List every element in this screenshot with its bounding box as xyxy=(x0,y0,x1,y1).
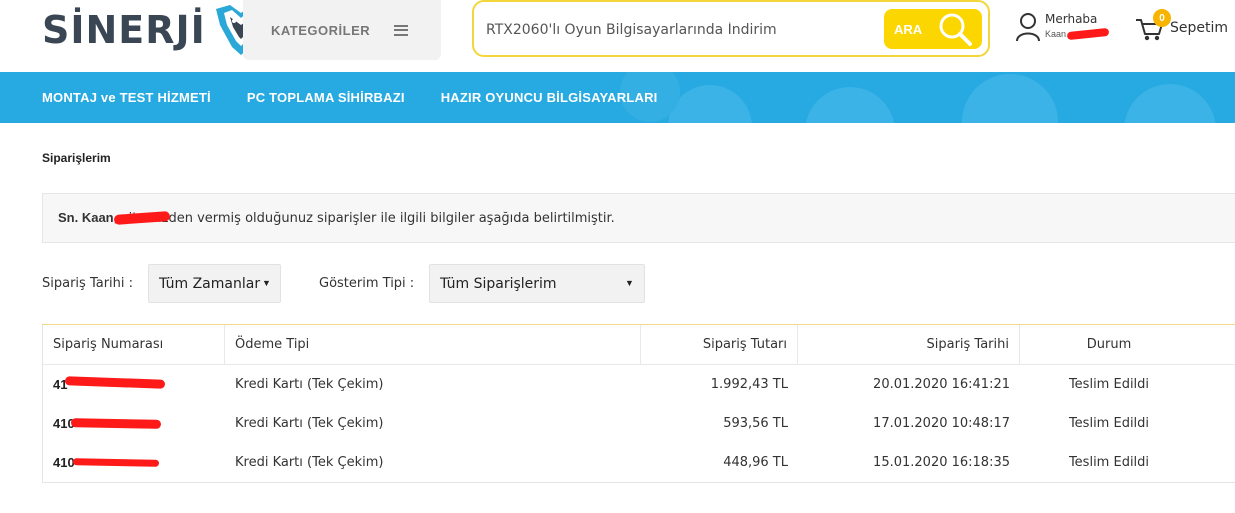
redaction-mark xyxy=(70,418,162,429)
cart-button[interactable]: 0 Sepetim xyxy=(1135,9,1229,42)
column-header-amount: Sipariş Tutarı xyxy=(641,325,798,365)
display-type-select[interactable]: Tüm Siparişlerim ▼ xyxy=(429,264,645,303)
table-header: Sipariş Numarası Ödeme Tipi Sipariş Tuta… xyxy=(43,325,1235,365)
order-date: 20.01.2020 16:41:21 xyxy=(873,377,1010,392)
dropdown-caret-icon: ▼ xyxy=(262,278,271,288)
order-amount: 1.992,43 TL xyxy=(710,377,788,392)
table-row[interactable]: 410 Kredi Kartı (Tek Çekim) 593,56 TL 17… xyxy=(43,404,1235,443)
page-title: Siparişlerim xyxy=(42,151,111,165)
categories-label: KATEGORİLER xyxy=(271,22,371,38)
cart-icon-wrap: 0 xyxy=(1135,9,1171,42)
order-date: 17.01.2020 10:48:17 xyxy=(873,416,1010,431)
main-nav: MONTAJ ve TEST HİZMETİ PC TOPLAMA SİHİRB… xyxy=(0,72,1235,123)
hamburger-menu-icon xyxy=(394,24,409,36)
search-button-label: ARA xyxy=(894,21,923,37)
display-type-value: Tüm Siparişlerim xyxy=(440,275,557,292)
table-row[interactable]: 41 Kredi Kartı (Tek Çekim) 1.992,43 TL 2… xyxy=(43,365,1235,404)
column-header-status: Durum xyxy=(1086,337,1132,352)
payment-type: Kredi Kartı (Tek Çekim) xyxy=(235,455,384,470)
order-date-select[interactable]: Tüm Zamanlar ▼ xyxy=(148,264,281,303)
site-logo[interactable]: SİNERJİ xyxy=(42,4,272,56)
search-button[interactable]: ARA xyxy=(884,9,982,49)
orders-table: Sipariş Numarası Ödeme Tipi Sipariş Tuta… xyxy=(42,324,1235,483)
order-amount: 448,96 TL xyxy=(723,455,788,470)
redaction-mark xyxy=(72,458,160,467)
info-message: Sn. Kaan, sitemizden vermiş olduğunuz si… xyxy=(58,210,615,226)
order-date-label: Sipariş Tarihi : xyxy=(42,276,134,291)
column-header-payment: Ödeme Tipi xyxy=(225,325,641,365)
account-greeting: Merhaba xyxy=(1045,12,1098,26)
cart-count-badge: 0 xyxy=(1153,9,1171,27)
user-icon xyxy=(1016,13,1040,42)
display-type-label: Gösterim Tipi : xyxy=(319,276,415,291)
nav-item-pc-toplama[interactable]: PC TOPLAMA SİHİRBAZI xyxy=(247,90,405,105)
nav-item-montaj[interactable]: MONTAJ ve TEST HİZMETİ xyxy=(42,90,211,105)
account-text: Merhaba Kaan xyxy=(1045,12,1110,41)
search-bar: ARA xyxy=(472,0,990,57)
order-status: Teslim Edildi xyxy=(1068,377,1150,392)
payment-type: Kredi Kartı (Tek Çekim) xyxy=(235,416,384,431)
redaction-mark xyxy=(1066,27,1110,41)
site-header: SİNERJİ KATEGORİLER ARA Merhaba xyxy=(0,0,1235,72)
info-box: Sn. Kaan, sitemizden vermiş olduğunuz si… xyxy=(42,193,1235,243)
info-customer-name: Sn. Kaan xyxy=(58,210,114,225)
order-filters: Sipariş Tarihi : Tüm Zamanlar ▼ Gösterim… xyxy=(42,264,742,303)
order-status: Teslim Edildi xyxy=(1068,455,1150,470)
info-message-text: , sitemizden vermiş olduğunuz siparişler… xyxy=(113,211,615,226)
order-date-value: Tüm Zamanlar xyxy=(159,275,261,292)
dropdown-caret-icon: ▼ xyxy=(625,278,634,288)
payment-type: Kredi Kartı (Tek Çekim) xyxy=(235,377,384,392)
search-icon xyxy=(939,13,972,46)
categories-button[interactable]: KATEGORİLER xyxy=(243,0,441,60)
account-menu[interactable]: Merhaba Kaan xyxy=(1015,12,1110,42)
order-status: Teslim Edildi xyxy=(1068,416,1150,431)
search-input[interactable] xyxy=(486,20,876,40)
nav-item-hazir-pc[interactable]: HAZIR OYUNCU BİLGİSAYARLARI xyxy=(441,90,658,105)
account-name: Kaan xyxy=(1045,27,1110,41)
order-date: 15.01.2020 16:18:35 xyxy=(873,455,1010,470)
logo-text: SİNERJİ xyxy=(42,8,206,52)
column-header-order-no: Sipariş Numarası xyxy=(43,325,225,365)
nav-items: MONTAJ ve TEST HİZMETİ PC TOPLAMA SİHİRB… xyxy=(42,72,693,123)
order-amount: 593,56 TL xyxy=(723,416,788,431)
table-row[interactable]: 410 Kredi Kartı (Tek Çekim) 448,96 TL 15… xyxy=(43,443,1235,482)
column-header-date: Sipariş Tarihi xyxy=(798,325,1020,365)
cart-label: Sepetim xyxy=(1170,20,1229,36)
